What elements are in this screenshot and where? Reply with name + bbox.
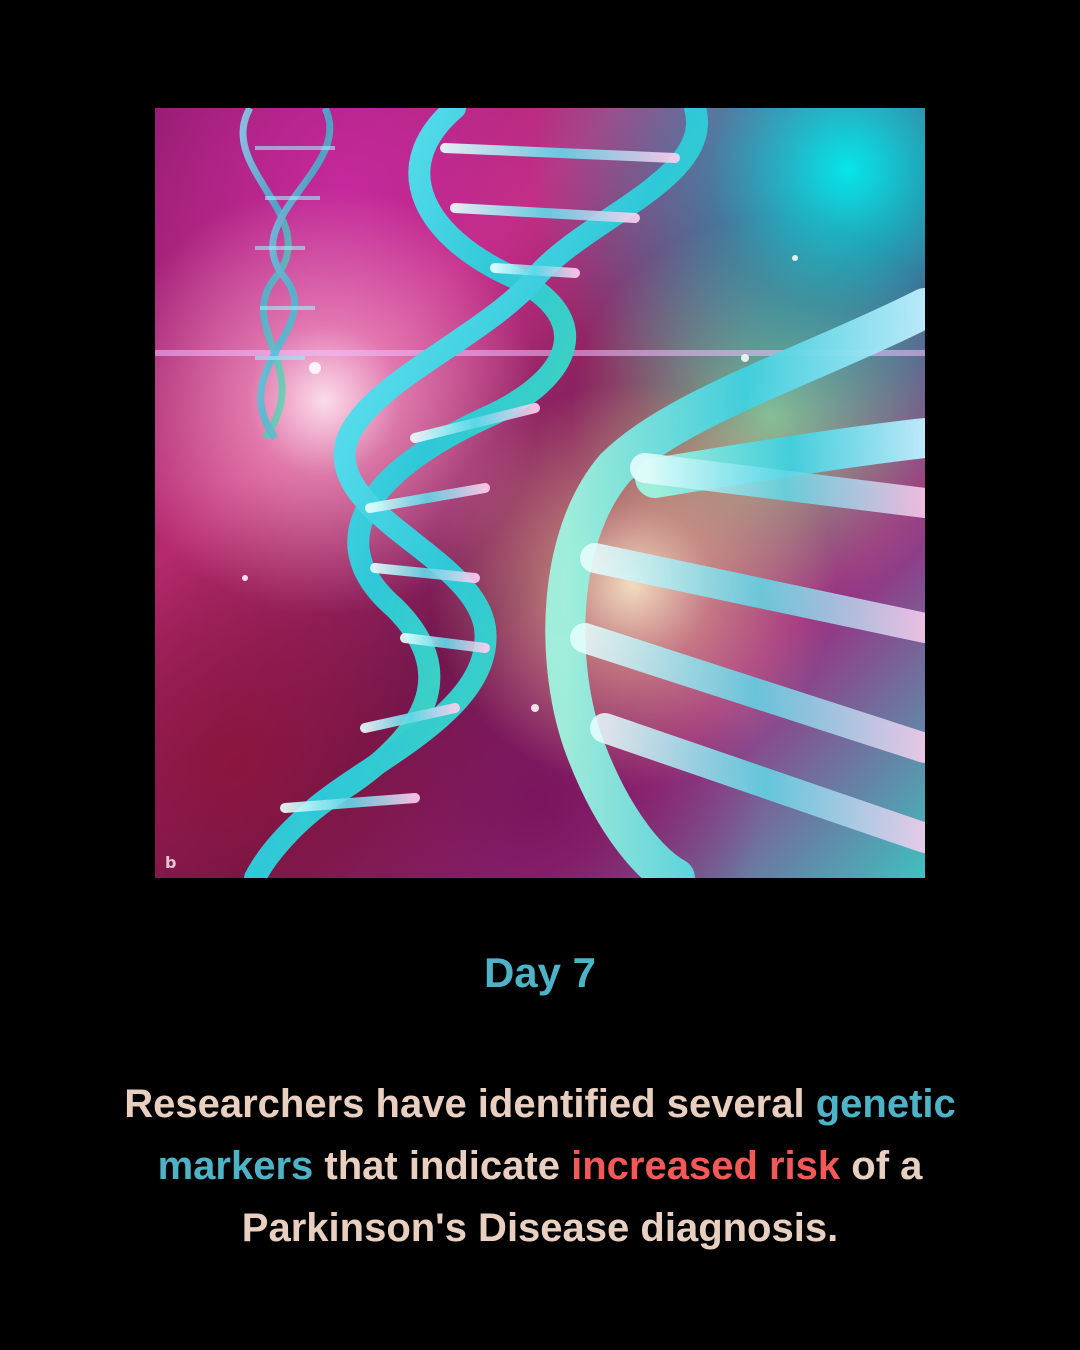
- fact-text-part-1: Researchers have identified several: [124, 1082, 816, 1126]
- day-title: Day 7: [483, 949, 597, 996]
- fact-text-part-2: that indicate: [313, 1144, 572, 1188]
- highlight-increased-risk: increased risk: [571, 1144, 841, 1188]
- fact-text: Researchers have identified several gene…: [60, 1073, 1020, 1259]
- bing-logo-icon: b: [165, 853, 177, 872]
- dna-helix-artwork: [155, 108, 925, 878]
- dna-helix-illustration: b: [155, 108, 925, 878]
